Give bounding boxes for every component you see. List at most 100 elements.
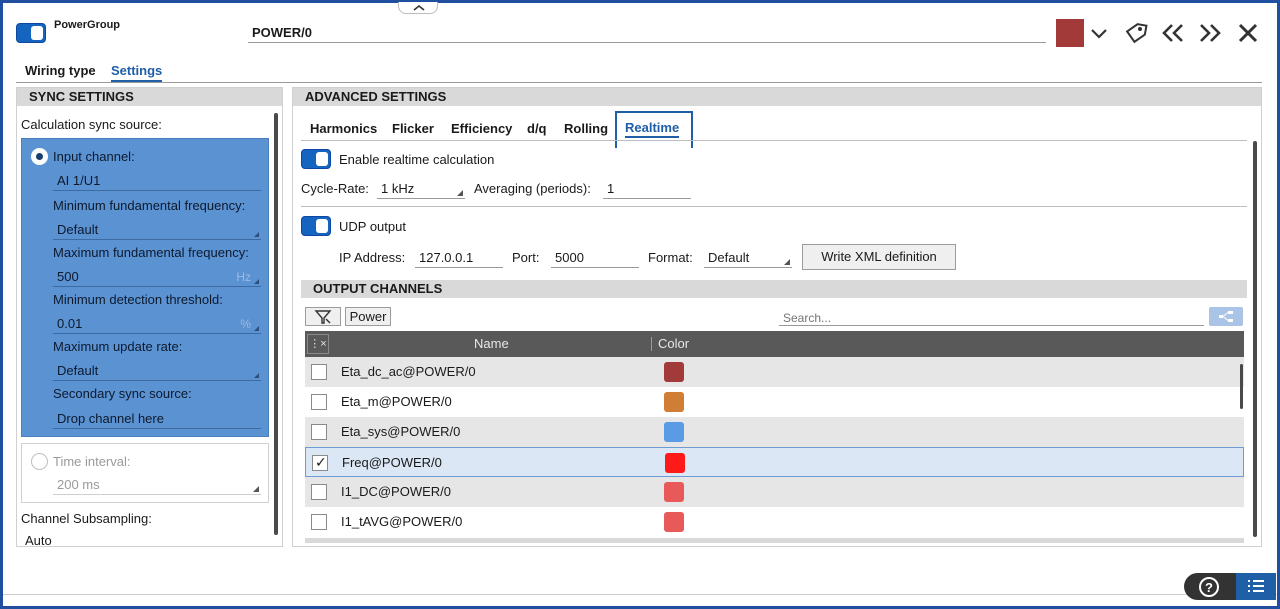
table-row[interactable]: Eta_sys@POWER/0 — [305, 417, 1244, 447]
min-thresh-input[interactable]: 0.01% — [53, 315, 261, 334]
udp-divider-top — [301, 206, 1247, 207]
averaging-input[interactable]: 1 — [603, 180, 691, 199]
row-name: Eta_dc_ac@POWER/0 — [341, 364, 476, 379]
min-freq-select[interactable]: Default — [53, 221, 261, 240]
double-chevron-right-icon[interactable] — [1197, 20, 1223, 46]
write-xml-button[interactable]: Write XML definition — [802, 244, 956, 270]
table-bottom-edge — [305, 538, 1244, 543]
filter-button[interactable] — [305, 307, 341, 326]
input-channel-radio[interactable] — [31, 148, 48, 165]
chevron-down-icon[interactable] — [1088, 22, 1110, 44]
tree-icon — [1219, 311, 1233, 322]
table-row[interactable]: Eta_dc_ac@POWER/0 — [305, 357, 1244, 387]
table-row[interactable]: I1_DC@POWER/0 — [305, 477, 1244, 507]
sync-scrollbar[interactable] — [274, 113, 278, 535]
port-input[interactable]: 5000 — [551, 249, 639, 268]
chevron-up-icon — [413, 4, 425, 11]
table-row[interactable]: I1_tAVG@POWER/0 — [305, 507, 1244, 537]
tab-settings[interactable]: Settings — [111, 62, 163, 82]
tab-realtime[interactable]: Realtime — [615, 111, 693, 148]
min-thresh-unit: % — [240, 317, 251, 331]
filter-icon — [314, 310, 332, 324]
color-swatch-button[interactable] — [1056, 19, 1084, 47]
min-thresh-value: 0.01 — [57, 316, 83, 331]
clear-selection-button[interactable]: ⋮× — [307, 334, 329, 354]
calc-source-label: Calculation sync source: — [21, 117, 162, 132]
row-color-swatch[interactable] — [664, 512, 684, 532]
cycle-rate-select[interactable]: 1 kHz — [377, 180, 465, 199]
row-checkbox[interactable] — [311, 364, 327, 380]
row-color-swatch[interactable] — [664, 362, 684, 382]
row-color-swatch[interactable] — [664, 392, 684, 412]
table-row[interactable]: Eta_m@POWER/0 — [305, 387, 1244, 417]
row-checkbox[interactable] — [311, 514, 327, 530]
table-row[interactable]: Freq@POWER/0 — [305, 447, 1244, 477]
tab-dq[interactable]: d/q — [527, 120, 547, 138]
tab-flicker[interactable]: Flicker — [392, 120, 434, 138]
secondary-source-drop[interactable]: Drop channel here — [53, 410, 261, 429]
close-icon[interactable] — [1235, 20, 1261, 46]
filter-chip-power[interactable]: Power — [345, 307, 391, 326]
port-label: Port: — [512, 250, 540, 265]
tag-icon[interactable] — [1123, 20, 1149, 46]
time-interval-value: 200 ms — [57, 477, 100, 492]
group-enable-toggle[interactable] — [16, 23, 46, 43]
max-rate-select[interactable]: Default — [53, 362, 261, 381]
tree-view-button[interactable] — [1209, 307, 1243, 326]
format-select[interactable]: Default — [704, 249, 792, 268]
input-channel-label: Input channel: — [53, 149, 135, 164]
table-scrollbar[interactable] — [1240, 364, 1243, 409]
footer-toolbar: ? — [1184, 573, 1276, 600]
enable-realtime-label: Enable realtime calculation — [339, 152, 495, 167]
averaging-label: Averaging (periods): — [474, 181, 591, 196]
row-color-swatch[interactable] — [665, 453, 685, 473]
table-header: ⋮× Name Color — [305, 331, 1244, 357]
tab-harmonics[interactable]: Harmonics — [310, 120, 377, 138]
advanced-scrollbar[interactable] — [1253, 141, 1257, 537]
udp-output-toggle[interactable] — [301, 216, 331, 236]
min-freq-label: Minimum fundamental frequency: — [53, 198, 246, 213]
ip-address-input[interactable]: 127.0.0.1 — [415, 249, 503, 268]
subsampling-value[interactable]: Auto — [25, 532, 52, 545]
row-color-swatch[interactable] — [664, 482, 684, 502]
row-checkbox[interactable] — [311, 424, 327, 440]
col-separator — [651, 337, 652, 351]
row-color-swatch[interactable] — [664, 422, 684, 442]
ip-address-label: IP Address: — [339, 250, 406, 265]
max-rate-value: Default — [57, 363, 99, 378]
enable-realtime-toggle[interactable] — [301, 149, 331, 169]
advanced-section-title: ADVANCED SETTINGS — [293, 88, 1261, 106]
output-section-title: OUTPUT CHANNELS — [301, 280, 1247, 298]
double-chevron-left-icon[interactable] — [1160, 20, 1186, 46]
collapse-handle[interactable] — [398, 2, 438, 14]
time-interval-input[interactable]: 200 ms — [53, 476, 261, 495]
row-name: I1_tAVG@POWER/0 — [341, 514, 463, 529]
row-name: I1_DC@POWER/0 — [341, 484, 451, 499]
row-checkbox[interactable] — [312, 454, 328, 471]
col-header-color[interactable]: Color — [658, 335, 689, 353]
tab-realtime-label: Realtime — [625, 120, 680, 138]
max-freq-unit: Hz — [236, 270, 251, 284]
min-thresh-label: Minimum detection threshold: — [53, 292, 223, 307]
list-button[interactable] — [1236, 573, 1276, 600]
input-channel-field[interactable]: AI 1/U1 — [53, 172, 261, 191]
secondary-source-label: Secondary sync source: — [53, 386, 192, 401]
max-rate-label: Maximum update rate: — [53, 339, 183, 354]
tab-wiring-type[interactable]: Wiring type — [25, 62, 96, 80]
col-header-name[interactable]: Name — [474, 335, 509, 353]
subsampling-label: Channel Subsampling: — [21, 511, 152, 526]
max-freq-value: 500 — [57, 269, 79, 284]
group-name-input[interactable]: POWER/0 — [248, 24, 1046, 43]
cycle-rate-value: 1 kHz — [381, 181, 415, 196]
udp-output-label: UDP output — [339, 219, 406, 234]
search-input[interactable] — [779, 310, 1204, 326]
time-interval-radio[interactable] — [31, 453, 48, 470]
row-checkbox[interactable] — [311, 394, 327, 410]
sync-section-title: SYNC SETTINGS — [17, 88, 282, 106]
row-checkbox[interactable] — [311, 484, 327, 500]
tab-rolling[interactable]: Rolling — [564, 120, 608, 138]
list-icon — [1248, 580, 1264, 592]
tab-efficiency[interactable]: Efficiency — [451, 120, 512, 138]
max-freq-input[interactable]: 500 Hz — [53, 268, 261, 287]
help-icon[interactable]: ? — [1197, 575, 1221, 599]
